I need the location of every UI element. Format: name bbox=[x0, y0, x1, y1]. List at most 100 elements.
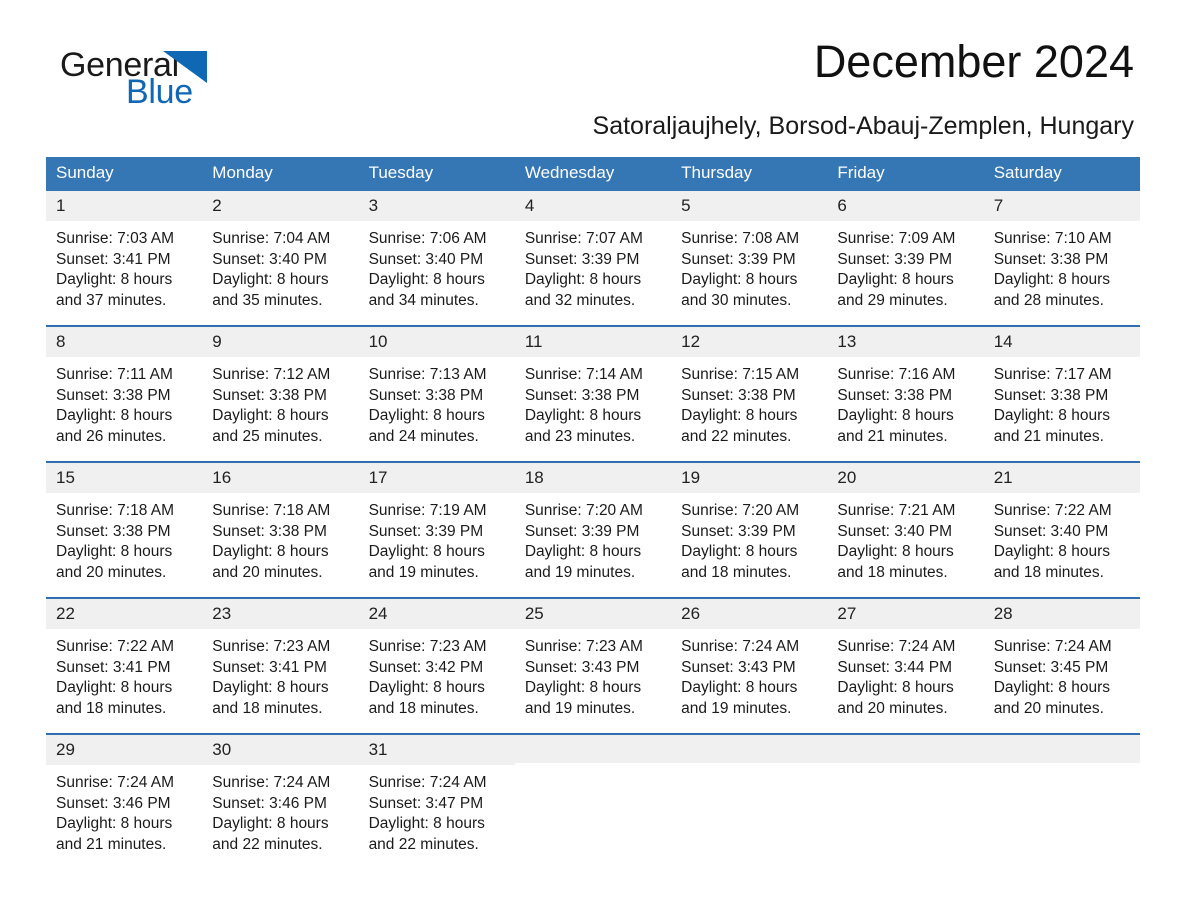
daylight-text-line2: and 28 minutes. bbox=[993, 291, 1104, 309]
day-details: Sunrise: 7:22 AM Sunset: 3:41 PM Dayligh… bbox=[46, 629, 202, 719]
day-cell[interactable]: 9 Sunrise: 7:12 AM Sunset: 3:38 PM Dayli… bbox=[202, 324, 359, 462]
daylight-text-line2: and 18 minutes. bbox=[368, 699, 479, 717]
day-details: Sunrise: 7:13 AM Sunset: 3:38 PM Dayligh… bbox=[359, 357, 515, 447]
sunset-text: Sunset: 3:38 PM bbox=[368, 386, 484, 404]
day-number: 5 bbox=[671, 190, 828, 222]
day-cell[interactable]: 6 Sunrise: 7:09 AM Sunset: 3:39 PM Dayli… bbox=[827, 190, 984, 326]
day-details: Sunrise: 7:23 AM Sunset: 3:41 PM Dayligh… bbox=[202, 629, 358, 719]
day-number: 21 bbox=[983, 462, 1140, 494]
daylight-text-line1: Daylight: 8 hours bbox=[524, 679, 642, 697]
day-cell[interactable]: 29 Sunrise: 7:24 AM Sunset: 3:46 PM Dayl… bbox=[46, 732, 203, 869]
day-cell[interactable]: 31 Sunrise: 7:24 AM Sunset: 3:47 PM Dayl… bbox=[358, 732, 515, 869]
day-details: Sunrise: 7:18 AM Sunset: 3:38 PM Dayligh… bbox=[202, 493, 358, 583]
generalblue-logo[interactable]: General Blue bbox=[60, 48, 290, 112]
sunrise-text: Sunrise: 7:20 AM bbox=[524, 502, 643, 520]
day-cell[interactable]: 2 Sunrise: 7:04 AM Sunset: 3:40 PM Dayli… bbox=[202, 190, 359, 326]
sunset-text: Sunset: 3:38 PM bbox=[212, 522, 327, 540]
day-cell[interactable]: 11 Sunrise: 7:14 AM Sunset: 3:38 PM Dayl… bbox=[514, 324, 672, 462]
sunset-text: Sunset: 3:47 PM bbox=[368, 794, 484, 812]
daylight-text-line2: and 18 minutes. bbox=[837, 563, 948, 581]
daylight-text-line2: and 19 minutes. bbox=[681, 699, 792, 717]
day-cell[interactable]: 27 Sunrise: 7:24 AM Sunset: 3:44 PM Dayl… bbox=[827, 596, 984, 734]
sunrise-text: Sunrise: 7:22 AM bbox=[56, 638, 175, 656]
sunset-text: Sunset: 3:43 PM bbox=[524, 658, 640, 676]
location-subtitle: Satoraljaujhely, Borsod-Abauj-Zemplen, H… bbox=[592, 112, 1134, 140]
day-cell[interactable]: 7 Sunrise: 7:10 AM Sunset: 3:38 PM Dayli… bbox=[983, 190, 1140, 326]
day-cell[interactable]: 20 Sunrise: 7:21 AM Sunset: 3:40 PM Dayl… bbox=[827, 460, 984, 598]
sunset-text: Sunset: 3:38 PM bbox=[56, 522, 171, 540]
sunrise-text: Sunrise: 7:23 AM bbox=[368, 638, 487, 656]
day-details: Sunrise: 7:08 AM Sunset: 3:39 PM Dayligh… bbox=[671, 221, 827, 311]
sunrise-text: Sunrise: 7:03 AM bbox=[56, 230, 175, 248]
sunset-text: Sunset: 3:38 PM bbox=[56, 386, 171, 404]
sunset-text: Sunset: 3:39 PM bbox=[524, 250, 640, 268]
day-cell[interactable]: 25 Sunrise: 7:23 AM Sunset: 3:43 PM Dayl… bbox=[514, 596, 672, 734]
page-title: December 2024 bbox=[813, 36, 1134, 87]
day-cell[interactable]: 5 Sunrise: 7:08 AM Sunset: 3:39 PM Dayli… bbox=[671, 190, 828, 326]
sunset-text: Sunset: 3:41 PM bbox=[56, 658, 171, 676]
sunrise-text: Sunrise: 7:08 AM bbox=[681, 230, 800, 248]
day-cell[interactable]: 15 Sunrise: 7:18 AM Sunset: 3:38 PM Dayl… bbox=[46, 460, 203, 598]
day-details: Sunrise: 7:15 AM Sunset: 3:38 PM Dayligh… bbox=[671, 357, 827, 447]
day-cell[interactable]: 30 Sunrise: 7:24 AM Sunset: 3:46 PM Dayl… bbox=[202, 732, 359, 869]
day-cell-empty bbox=[514, 732, 672, 869]
day-cell[interactable]: 21 Sunrise: 7:22 AM Sunset: 3:40 PM Dayl… bbox=[983, 460, 1140, 598]
sunset-text: Sunset: 3:38 PM bbox=[524, 386, 640, 404]
sunrise-text: Sunrise: 7:20 AM bbox=[681, 502, 800, 520]
day-cell-empty bbox=[827, 732, 984, 869]
day-cell[interactable]: 1 Sunrise: 7:03 AM Sunset: 3:41 PM Dayli… bbox=[46, 190, 203, 326]
sunrise-text: Sunrise: 7:24 AM bbox=[837, 638, 956, 656]
day-cell[interactable]: 3 Sunrise: 7:06 AM Sunset: 3:40 PM Dayli… bbox=[358, 190, 515, 326]
page-masthead: General Blue December 2024 Satoraljaujhe… bbox=[46, 0, 1142, 140]
daylight-text-line1: Daylight: 8 hours bbox=[56, 543, 173, 561]
day-cell[interactable]: 12 Sunrise: 7:15 AM Sunset: 3:38 PM Dayl… bbox=[671, 324, 828, 462]
daylight-text-line2: and 26 minutes. bbox=[56, 427, 167, 445]
day-cell[interactable]: 22 Sunrise: 7:22 AM Sunset: 3:41 PM Dayl… bbox=[46, 596, 203, 734]
daylight-text-line1: Daylight: 8 hours bbox=[524, 407, 642, 425]
day-cell[interactable]: 13 Sunrise: 7:16 AM Sunset: 3:38 PM Dayl… bbox=[827, 324, 984, 462]
day-details: Sunrise: 7:06 AM Sunset: 3:40 PM Dayligh… bbox=[359, 221, 515, 311]
sunrise-text: Sunrise: 7:09 AM bbox=[837, 230, 956, 248]
day-cell[interactable]: 23 Sunrise: 7:23 AM Sunset: 3:41 PM Dayl… bbox=[202, 596, 359, 734]
day-cell[interactable]: 10 Sunrise: 7:13 AM Sunset: 3:38 PM Dayl… bbox=[358, 324, 515, 462]
sunrise-text: Sunrise: 7:24 AM bbox=[993, 638, 1112, 656]
day-cell[interactable]: 24 Sunrise: 7:23 AM Sunset: 3:42 PM Dayl… bbox=[358, 596, 515, 734]
day-details: Sunrise: 7:10 AM Sunset: 3:38 PM Dayligh… bbox=[984, 221, 1140, 311]
sunrise-text: Sunrise: 7:12 AM bbox=[212, 366, 331, 384]
day-number: 29 bbox=[46, 734, 203, 766]
logo-text-blue: Blue bbox=[126, 73, 193, 111]
day-details: Sunrise: 7:24 AM Sunset: 3:47 PM Dayligh… bbox=[359, 765, 515, 855]
sunrise-text: Sunrise: 7:13 AM bbox=[368, 366, 487, 384]
day-cell[interactable]: 26 Sunrise: 7:24 AM Sunset: 3:43 PM Dayl… bbox=[671, 596, 828, 734]
daylight-text-line1: Daylight: 8 hours bbox=[524, 271, 642, 289]
day-cell[interactable]: 14 Sunrise: 7:17 AM Sunset: 3:38 PM Dayl… bbox=[983, 324, 1140, 462]
day-details: Sunrise: 7:24 AM Sunset: 3:45 PM Dayligh… bbox=[984, 629, 1140, 719]
day-cell[interactable]: 8 Sunrise: 7:11 AM Sunset: 3:38 PM Dayli… bbox=[46, 324, 203, 462]
weekday-header-monday: Monday bbox=[202, 157, 359, 191]
day-number: 27 bbox=[827, 598, 984, 630]
day-number: 24 bbox=[358, 598, 515, 630]
day-cell[interactable]: 4 Sunrise: 7:07 AM Sunset: 3:39 PM Dayli… bbox=[514, 190, 672, 326]
day-details: Sunrise: 7:17 AM Sunset: 3:38 PM Dayligh… bbox=[984, 357, 1140, 447]
daylight-text-line1: Daylight: 8 hours bbox=[212, 543, 329, 561]
day-cell-empty bbox=[671, 732, 828, 869]
daylight-text-line1: Daylight: 8 hours bbox=[212, 407, 329, 425]
day-details: Sunrise: 7:14 AM Sunset: 3:38 PM Dayligh… bbox=[515, 357, 671, 447]
day-details: Sunrise: 7:24 AM Sunset: 3:44 PM Dayligh… bbox=[827, 629, 983, 719]
day-number: 8 bbox=[46, 326, 203, 358]
day-number: 3 bbox=[358, 190, 515, 222]
day-cell[interactable]: 17 Sunrise: 7:19 AM Sunset: 3:39 PM Dayl… bbox=[358, 460, 515, 598]
day-details: Sunrise: 7:09 AM Sunset: 3:39 PM Dayligh… bbox=[827, 221, 983, 311]
sunset-text: Sunset: 3:44 PM bbox=[837, 658, 952, 676]
sunrise-text: Sunrise: 7:14 AM bbox=[524, 366, 643, 384]
sunset-text: Sunset: 3:38 PM bbox=[212, 386, 327, 404]
calendar-week-row: 1 Sunrise: 7:03 AM Sunset: 3:41 PM Dayli… bbox=[46, 190, 1140, 326]
day-cell[interactable]: 19 Sunrise: 7:20 AM Sunset: 3:39 PM Dayl… bbox=[671, 460, 828, 598]
day-cell[interactable]: 16 Sunrise: 7:18 AM Sunset: 3:38 PM Dayl… bbox=[202, 460, 359, 598]
day-cell[interactable]: 28 Sunrise: 7:24 AM Sunset: 3:45 PM Dayl… bbox=[983, 596, 1140, 734]
daylight-text-line1: Daylight: 8 hours bbox=[837, 543, 954, 561]
day-cell[interactable]: 18 Sunrise: 7:20 AM Sunset: 3:39 PM Dayl… bbox=[514, 460, 672, 598]
day-details: Sunrise: 7:21 AM Sunset: 3:40 PM Dayligh… bbox=[827, 493, 983, 583]
daylight-text-line2: and 19 minutes. bbox=[524, 699, 636, 717]
daylight-text-line2: and 21 minutes. bbox=[993, 427, 1104, 445]
